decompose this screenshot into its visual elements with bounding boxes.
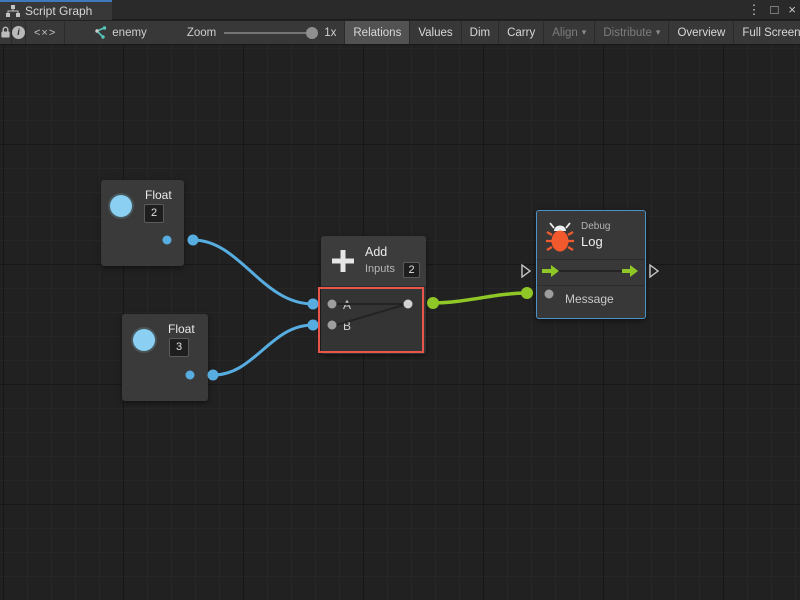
close-icon[interactable]: ×	[788, 0, 796, 20]
info-button[interactable]: i	[12, 21, 26, 44]
message-port-row: Message	[537, 285, 645, 318]
node-add[interactable]: Add Inputs 2 A B	[321, 236, 426, 354]
graph-asset-icon	[93, 26, 107, 39]
float-value-icon	[110, 195, 132, 217]
fullscreen-button[interactable]: Full Screen	[733, 21, 800, 44]
overview-button[interactable]: Overview	[668, 21, 733, 44]
chevron-down-icon: ▾	[656, 27, 661, 38]
script-graph-window: Script Graph ⋮ □ × i <×>	[0, 0, 800, 600]
code-icon: <×>	[34, 27, 56, 39]
graph-name: enemy	[112, 27, 147, 39]
dim-button[interactable]: Dim	[461, 21, 498, 44]
info-icon: i	[12, 26, 25, 39]
wire-float2-to-b[interactable]	[213, 325, 313, 375]
zoom-slider-handle[interactable]	[306, 27, 318, 39]
add-node-header: Add Inputs 2	[321, 236, 426, 286]
tab-title: Script Graph	[25, 4, 92, 18]
graph-breadcrumb[interactable]: enemy	[65, 21, 157, 44]
window-controls: ⋮ □ ×	[748, 0, 796, 20]
lock-button[interactable]	[0, 21, 12, 44]
zoom-control: Zoom 1x	[157, 21, 345, 44]
node-category: Debug	[581, 221, 610, 232]
wire-endpoint	[308, 299, 319, 310]
tab-script-graph[interactable]: Script Graph	[0, 0, 112, 20]
title-bar: Script Graph ⋮ □ ×	[0, 0, 800, 20]
values-button[interactable]: Values	[409, 21, 460, 44]
node-title: Float	[168, 322, 195, 336]
control-input-triangle[interactable]	[522, 265, 530, 277]
bug-icon	[546, 222, 574, 254]
wire-endpoint	[427, 297, 439, 309]
wire-float1-to-a[interactable]	[193, 240, 313, 304]
flow-ports-row	[537, 259, 645, 285]
node-float-2[interactable]: Float 3	[122, 314, 208, 401]
carry-button[interactable]: Carry	[498, 21, 543, 44]
chevron-down-icon: ▾	[582, 27, 587, 38]
graph-canvas[interactable]: Float 2 Float 3 Add Inputs 2 A B	[0, 45, 800, 600]
node-title: Log	[581, 234, 603, 249]
align-button[interactable]: Align ▾	[543, 21, 594, 44]
zoom-slider[interactable]	[224, 32, 316, 34]
zoom-value: 1x	[324, 27, 336, 39]
message-port-label: Message	[565, 292, 614, 306]
menu-icon[interactable]: ⋮	[748, 0, 761, 20]
wire-endpoint	[308, 320, 319, 331]
node-title: Float	[145, 188, 172, 202]
inputs-count-field[interactable]: 2	[403, 262, 420, 278]
zoom-label: Zoom	[187, 27, 216, 39]
lock-icon	[0, 26, 11, 39]
relations-button[interactable]: Relations	[344, 21, 409, 44]
inputs-label: Inputs	[365, 263, 395, 275]
control-output-triangle[interactable]	[650, 265, 658, 277]
code-preview-button[interactable]: <×>	[26, 21, 65, 44]
port-b-label: B	[343, 319, 351, 333]
float-value-field[interactable]: 2	[144, 204, 164, 223]
plus-icon	[329, 247, 357, 275]
node-title: Add	[365, 245, 387, 259]
float-value-icon	[133, 329, 155, 351]
wire-endpoint	[208, 370, 219, 381]
float-value-field[interactable]: 3	[169, 338, 189, 357]
wire-endpoint	[188, 235, 199, 246]
toolbar-buttons: Relations Values Dim Carry Align ▾ Distr…	[344, 21, 800, 44]
node-float-1[interactable]: Float 2	[101, 180, 184, 266]
wire-endpoint	[521, 287, 533, 299]
port-a-label: A	[343, 298, 351, 312]
script-graph-icon	[6, 5, 20, 18]
wire-add-to-message[interactable]	[433, 293, 527, 303]
maximize-icon[interactable]: □	[771, 0, 779, 20]
distribute-button[interactable]: Distribute ▾	[594, 21, 668, 44]
graph-toolbar: i <×> enemy Zoom 1x Relations Values Dim	[0, 21, 800, 45]
add-node-ports: A B	[321, 286, 426, 354]
node-debug-log[interactable]: Debug Log Message	[536, 210, 646, 319]
